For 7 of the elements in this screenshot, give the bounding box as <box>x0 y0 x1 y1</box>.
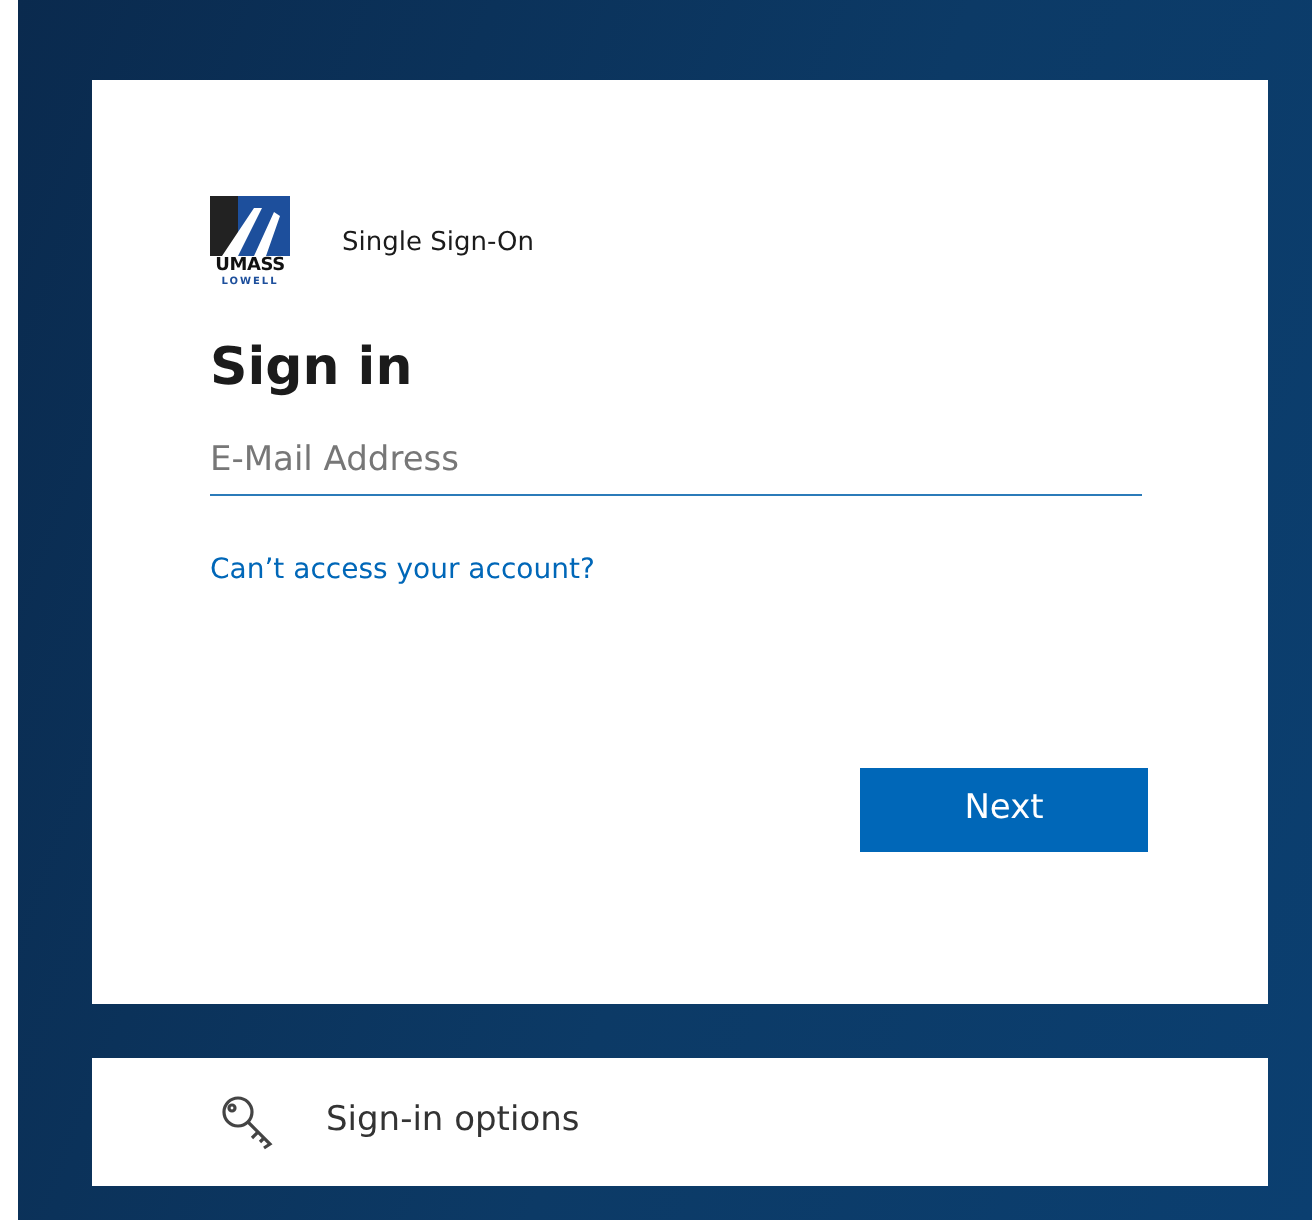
page-title: Sign in <box>210 336 415 400</box>
key-icon <box>218 1092 278 1152</box>
next-button[interactable]: Next <box>860 768 1148 852</box>
sign-in-options-button[interactable]: Sign-in options <box>92 1058 1268 1186</box>
email-field[interactable]: E-Mail Address <box>210 424 1142 496</box>
header-text: Single Sign-On <box>342 226 534 263</box>
account-help-link[interactable]: Can’t access your account? <box>210 550 595 592</box>
